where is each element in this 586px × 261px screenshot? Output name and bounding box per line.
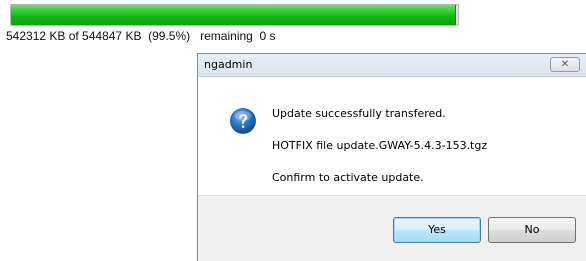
message-line: Confirm to activate update. bbox=[272, 171, 424, 184]
dialog-title: ngadmin bbox=[204, 58, 253, 71]
upload-progress-bar bbox=[10, 4, 459, 26]
dialog-content: Update successfully transfered. HOTFIX f… bbox=[198, 77, 586, 195]
progress-fill bbox=[11, 5, 456, 25]
question-icon bbox=[230, 108, 256, 134]
confirm-dialog: ngadmin ✕ Update successfully transfered… bbox=[197, 53, 586, 261]
yes-button[interactable]: Yes bbox=[393, 217, 481, 243]
no-button[interactable]: No bbox=[488, 217, 576, 243]
message-line: HOTFIX file update.GWAY-5.4.3-153.tgz bbox=[272, 139, 488, 152]
close-icon: ✕ bbox=[560, 59, 570, 70]
dialog-titlebar[interactable]: ngadmin ✕ bbox=[198, 54, 586, 77]
message-line: Update successfully transfered. bbox=[272, 107, 446, 120]
progress-status-text: 542312 KB of 544847 KB (99.5%) remaining… bbox=[6, 29, 276, 43]
stage: 542312 KB of 544847 KB (99.5%) remaining… bbox=[0, 0, 586, 261]
close-button[interactable]: ✕ bbox=[550, 57, 580, 72]
dialog-button-bar: Yes No bbox=[198, 195, 586, 261]
